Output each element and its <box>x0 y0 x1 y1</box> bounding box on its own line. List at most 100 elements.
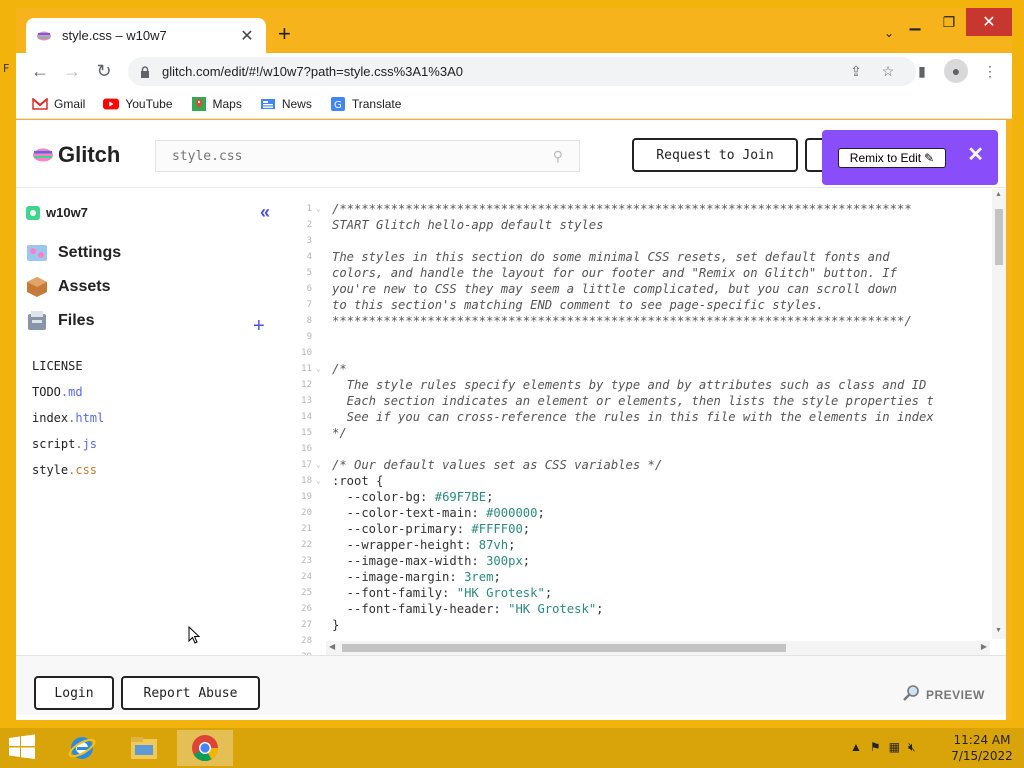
code-text: --color-primary: #FFFF00; <box>324 521 530 537</box>
share-icon[interactable]: ⇪ <box>840 63 872 80</box>
code-token: ; <box>522 522 531 536</box>
maps-icon <box>191 97 207 111</box>
code-comment: The styles in this section do some minim… <box>332 250 890 264</box>
sidebar: w10w7 « Settings Assets Files + LICENSE … <box>16 189 286 655</box>
code-line: 25 --font-family: "HK Grotesk"; <box>286 585 990 601</box>
code-line: 2 START Glitch hello-app default styles <box>286 217 990 233</box>
forward-arrow-icon[interactable]: → <box>56 56 88 88</box>
tab-search-chevron-icon[interactable]: ⌄ <box>884 26 894 40</box>
bookmark-translate[interactable]: G Translate <box>330 97 401 111</box>
code-line: 20 --color-text-main: #000000; <box>286 505 990 521</box>
new-tab-button[interactable]: + <box>278 23 291 45</box>
fold-chevron-icon[interactable]: ⌄ <box>316 361 324 377</box>
taskbar-clock[interactable]: 11:24 AM 7/15/2022 <box>950 732 1014 764</box>
mouse-cursor-icon <box>188 625 201 649</box>
bookmark-news[interactable]: News <box>260 97 312 111</box>
preview-magnifier-icon <box>902 684 920 705</box>
code-value: #69F7BE <box>434 490 487 504</box>
file-item[interactable]: index.html <box>32 405 104 431</box>
side-panel-icon[interactable]: ▮ <box>908 57 936 85</box>
bookmark-maps[interactable]: Maps <box>191 97 242 111</box>
login-button[interactable]: Login <box>34 676 114 710</box>
profile-avatar-icon[interactable]: ● <box>944 59 968 83</box>
maximize-button[interactable]: ❐ <box>932 8 966 36</box>
minimize-button[interactable]: ▁ <box>898 8 932 36</box>
file-search[interactable]: ⚲ <box>155 140 580 172</box>
code-lines: 1 ⌄/*************************************… <box>286 201 990 655</box>
vertical-scrollbar[interactable]: ▲ ▼ <box>992 189 1006 639</box>
windows-start-icon[interactable] <box>8 734 40 762</box>
fold-chevron-icon[interactable]: ⌄ <box>316 457 324 473</box>
preview-button[interactable]: PREVIEW <box>902 684 985 705</box>
request-to-join-button[interactable]: Request to Join <box>632 138 798 172</box>
more-menu-icon[interactable]: ⋮ <box>976 57 1004 85</box>
tab-close-icon[interactable]: ✕ <box>238 26 256 46</box>
code-text: The styles in this section do some minim… <box>324 249 890 265</box>
bookmark-label: Maps <box>212 97 242 111</box>
remix-to-edit-button[interactable]: Remix to Edit ✎ <box>838 148 946 168</box>
file-explorer-icon[interactable] <box>116 730 172 766</box>
file-name: LICENSE <box>32 359 83 373</box>
address-bar[interactable]: glitch.com/edit/#!/w10w7?path=style.css%… <box>128 57 916 86</box>
code-comment: The style rules specify elements by type… <box>332 378 927 392</box>
chrome-icon[interactable] <box>177 730 233 766</box>
reload-icon[interactable]: ↻ <box>88 56 120 88</box>
flag-icon[interactable]: ⚑ <box>870 740 881 755</box>
sidebar-item-assets[interactable]: Assets <box>26 276 110 298</box>
youtube-icon <box>103 97 120 111</box>
file-item[interactable]: script.js <box>32 431 104 457</box>
file-search-input[interactable] <box>172 148 553 164</box>
glitch-logo[interactable]: Glitch <box>32 142 120 168</box>
remix-close-icon[interactable]: ✕ <box>967 142 984 167</box>
code-token: --wrapper-height: <box>332 538 479 552</box>
code-line: 9 <box>286 329 990 345</box>
code-comment: Each section indicates an element or ele… <box>332 394 934 408</box>
bookmark-gmail[interactable]: Gmail <box>32 97 85 111</box>
code-token: ; <box>522 554 531 568</box>
horizontal-scroll-thumb[interactable] <box>342 644 786 652</box>
code-comment: to this section's matching END comment t… <box>332 298 824 312</box>
add-file-icon[interactable]: + <box>253 315 265 338</box>
sidebar-item-files[interactable]: Files <box>26 310 94 332</box>
scroll-up-icon[interactable]: ▲ <box>995 191 1002 198</box>
vertical-scroll-thumb[interactable] <box>995 209 1003 265</box>
sidebar-item-settings[interactable]: Settings <box>26 242 121 264</box>
volume-muted-icon[interactable]: 🔇︎ <box>908 740 916 755</box>
fold-chevron-icon[interactable]: ⌄ <box>316 473 324 489</box>
file-item[interactable]: TODO.md <box>32 379 104 405</box>
bookmark-label: Gmail <box>54 97 86 111</box>
scroll-right-icon[interactable]: ▶ <box>981 642 987 651</box>
file-item[interactable]: LICENSE <box>32 353 104 379</box>
fold-gutter <box>316 617 324 633</box>
code-text: /* <box>324 361 347 377</box>
settings-icon <box>26 242 48 264</box>
file-item[interactable]: style.css <box>32 457 104 483</box>
internet-explorer-icon[interactable] <box>54 730 110 766</box>
collapse-sidebar-icon[interactable]: « <box>260 202 270 223</box>
network-icon[interactable]: ▦ <box>889 740 900 755</box>
code-line: 13 Each section indicates an element or … <box>286 393 990 409</box>
code-editor[interactable]: 1 ⌄/*************************************… <box>286 189 1006 655</box>
tab-title: style.css – w10w7 <box>62 28 167 43</box>
window-close-button[interactable]: ✕ <box>966 8 1012 36</box>
code-token: ; <box>596 602 604 616</box>
line-number: 16 <box>301 444 312 454</box>
browser-tab[interactable]: style.css – w10w7 ✕ <box>26 18 266 53</box>
code-line: 27} <box>286 617 990 633</box>
line-number: 25 <box>301 588 312 598</box>
bookmark-star-icon[interactable]: ☆ <box>872 63 904 80</box>
code-text: :root { <box>324 473 383 489</box>
report-abuse-button[interactable]: Report Abuse <box>121 676 260 710</box>
show-hidden-icons-icon[interactable]: ▲ <box>850 740 862 755</box>
scroll-left-icon[interactable]: ◀ <box>329 642 335 651</box>
fold-chevron-icon[interactable]: ⌄ <box>316 201 324 217</box>
code-line: 14 See if you can cross-reference the ru… <box>286 409 990 425</box>
project-name[interactable]: w10w7 <box>26 205 88 220</box>
code-text: to this section's matching END comment t… <box>324 297 824 313</box>
code-text: --image-max-width: 300px; <box>324 553 530 569</box>
line-number: 14 <box>301 412 312 422</box>
bookmark-youtube[interactable]: YouTube <box>103 97 173 111</box>
back-arrow-icon[interactable]: ← <box>24 56 56 88</box>
scroll-down-icon[interactable]: ▼ <box>995 627 1002 634</box>
horizontal-scrollbar[interactable]: ◀ ▶ <box>326 641 990 655</box>
